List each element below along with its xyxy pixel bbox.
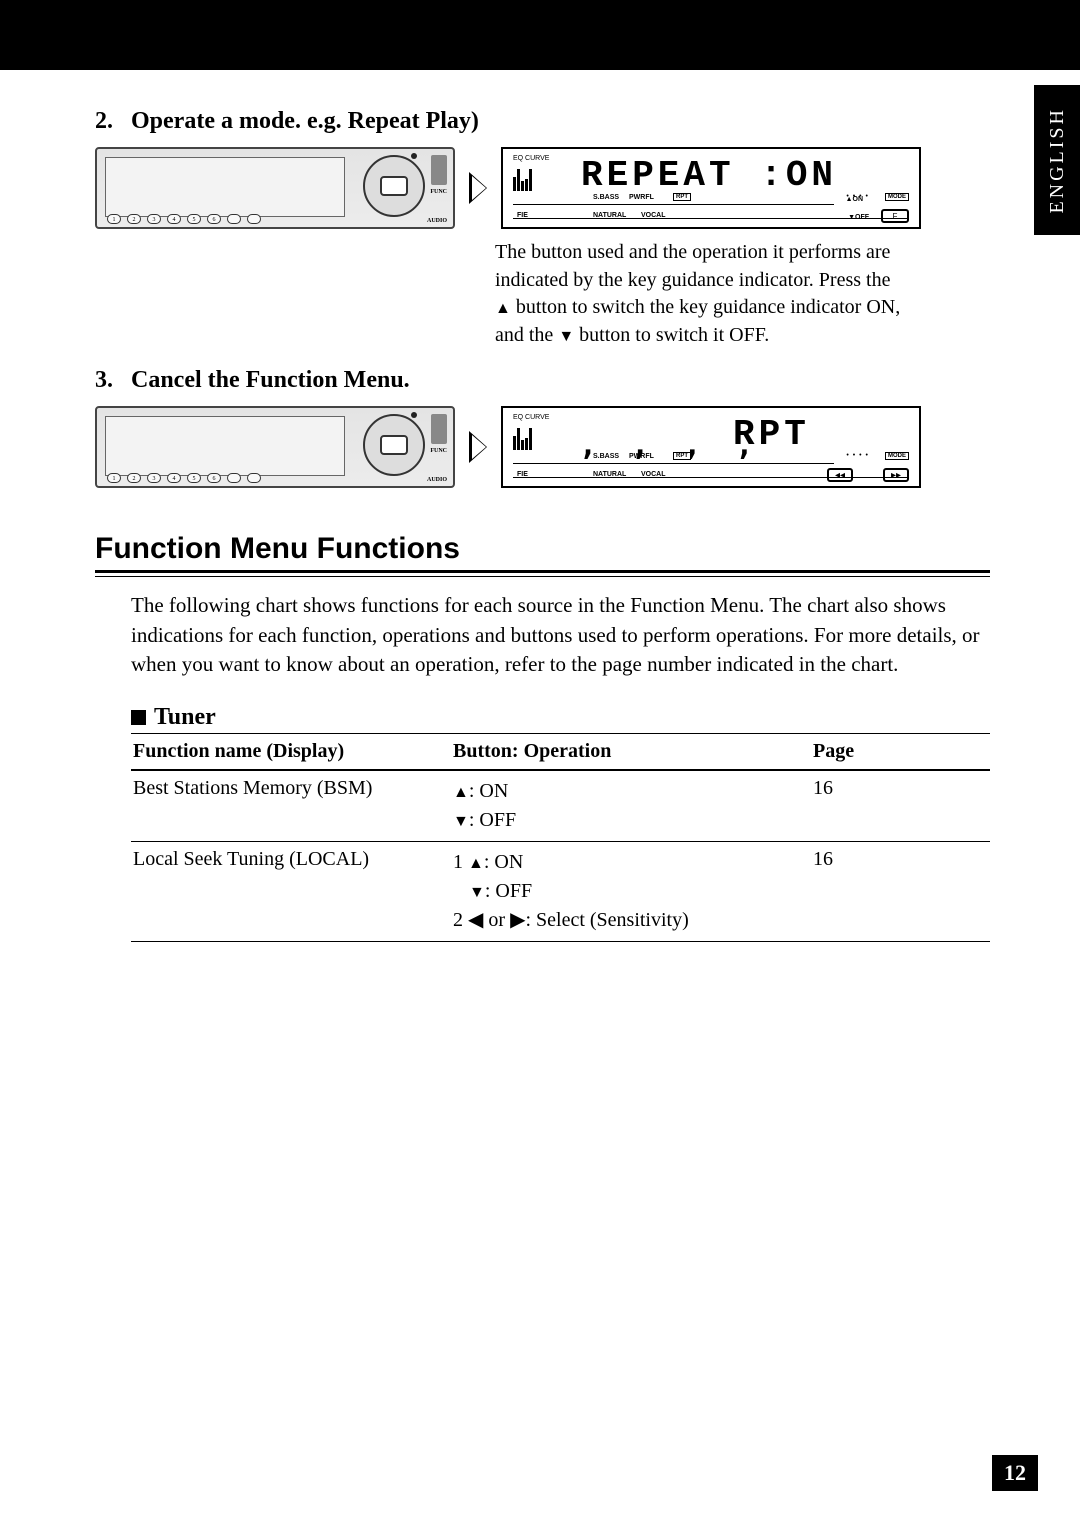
col-button: Button: Operation [453, 740, 813, 763]
step2-title: Operate a mode. e.g. Repeat Play) [131, 108, 479, 134]
section-title: Function Menu Functions [95, 532, 990, 573]
lcd-main-text: REPEAT :ON [581, 155, 837, 196]
down-triangle-icon: ▼ [558, 328, 574, 345]
lcd-mode: MODE [885, 452, 909, 460]
step3-figure-row: FUNC AUDIO 123456 EQ CURVE , , , , RPT S… [95, 406, 990, 488]
up-triangle-icon: ▲ [453, 784, 469, 801]
language-tab-text: ENGLISH [1046, 107, 1069, 214]
square-bullet-icon [131, 710, 146, 725]
tuner-label: Tuner [154, 704, 216, 731]
tuner-subheading: Tuner [131, 704, 990, 734]
desc-line3: ▲ button to switch the key guidance indi… [495, 294, 990, 322]
left-triangle-icon: ◀ [468, 909, 483, 931]
lcd-rpt-text: RPT [733, 414, 810, 455]
device-screen [105, 416, 345, 476]
device-illustration: FUNC AUDIO 123456 [95, 147, 455, 229]
desc-line1: The button used and the operation it per… [495, 239, 990, 267]
col-function: Function name (Display) [133, 740, 453, 763]
cell-page: 16 [813, 777, 953, 800]
down-triangle-icon: ▼ [453, 813, 469, 830]
device-dial [363, 414, 425, 476]
table-row: Local Seek Tuning (LOCAL) 1 ▲: ON ▼: OFF… [131, 842, 990, 942]
step3-heading: 3. Cancel the Function Menu. [95, 367, 990, 394]
step3-num: 3. [95, 367, 113, 393]
lcd-pwrfl: PWRFL [629, 194, 654, 201]
step2-description: The button used and the operation it per… [495, 239, 990, 349]
cell-ops: 1 ▲: ON ▼: OFF 2 ◀ or ▶: Select (Sensiti… [453, 848, 813, 935]
step2-figure-row: FUNC AUDIO 123456 EQ CURVE REPEAT :ON S.… [95, 147, 990, 229]
arrow-right-icon [469, 431, 487, 463]
up-triangle-icon: ▲ [495, 300, 511, 317]
cell-ops: ▲: ON ▼: OFF [453, 777, 813, 835]
page-number: 12 [992, 1455, 1038, 1491]
cell-page: 16 [813, 848, 953, 871]
up-triangle-icon: ▲ [468, 855, 484, 872]
function-table: Function name (Display) Button: Operatio… [131, 734, 990, 942]
lcd-mode: MODE [885, 193, 909, 201]
lcd-off: ▼OFF [848, 214, 869, 221]
lcd-rpt-chip: RPT [673, 193, 691, 201]
lcd-rpt-chip: RPT [673, 452, 691, 460]
header-black-bar [0, 0, 1080, 70]
lcd-pwrfl: PWRFL [629, 453, 654, 460]
lcd-seek-buttons: ◂◂ ▸▸ [827, 468, 909, 482]
step3-title: Cancel the Function Menu. [131, 367, 410, 393]
device-dial [363, 155, 425, 217]
cell-name: Local Seek Tuning (LOCAL) [133, 848, 453, 871]
arrow-right-icon [469, 172, 487, 204]
lcd-dots: • • • • [846, 452, 869, 459]
table-row: Best Stations Memory (BSM) ▲: ON ▼: OFF … [131, 771, 990, 842]
device-illustration: FUNC AUDIO 123456 [95, 406, 455, 488]
seek-right-icon: ▸▸ [883, 468, 909, 482]
table-header-row: Function name (Display) Button: Operatio… [131, 734, 990, 771]
desc-line2: indicated by the key guidance indicator.… [495, 267, 990, 295]
right-triangle-icon: ▶ [510, 909, 525, 931]
lcd-sbass: S.BASS [593, 453, 619, 460]
seek-left-icon: ◂◂ [827, 468, 853, 482]
page-content: 2. Operate a mode. e.g. Repeat Play) FUN… [0, 70, 1080, 942]
lcd-eq-label: EQ CURVE [513, 414, 549, 421]
device-screen [105, 157, 345, 217]
down-triangle-icon: ▼ [469, 884, 485, 901]
lcd-on: ▲ON [846, 196, 863, 203]
lcd-rpt: EQ CURVE , , , , RPT S.BASS PWRFL RPT • … [501, 406, 921, 488]
desc-line4: and the ▼ button to switch it OFF. [495, 322, 990, 350]
section-paragraph: The following chart shows functions for … [131, 591, 990, 679]
lcd-repeat-on: EQ CURVE REPEAT :ON S.BASS PWRFL RPT • •… [501, 147, 921, 229]
col-page: Page [813, 740, 953, 763]
lcd-f-button: F [881, 209, 909, 223]
step2-heading: 2. Operate a mode. e.g. Repeat Play) [95, 108, 990, 135]
step2-num: 2. [95, 108, 113, 134]
lcd-sbass: S.BASS [593, 194, 619, 201]
language-tab: ENGLISH [1034, 85, 1080, 235]
lcd-eq-label: EQ CURVE [513, 155, 549, 162]
cell-name: Best Stations Memory (BSM) [133, 777, 453, 800]
